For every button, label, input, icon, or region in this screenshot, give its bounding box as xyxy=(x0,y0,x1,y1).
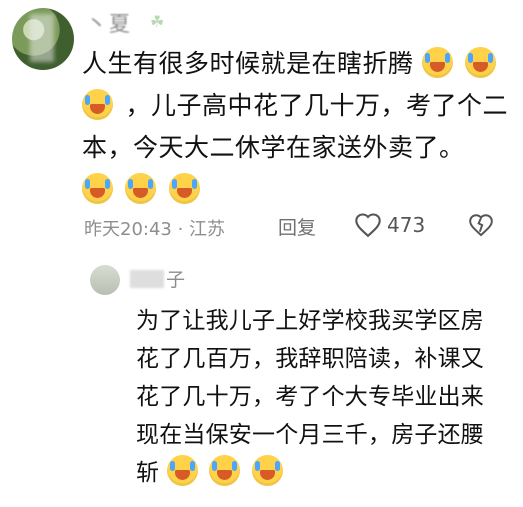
comment-text: 人生有很多时候就是在瞎折腾 ，儿子高中花了几十万，考了个二本，今天大二休学在家送… xyxy=(82,43,512,211)
crying-laughing-emoji-icon xyxy=(421,47,453,78)
heart-icon[interactable] xyxy=(354,212,382,238)
reply-username[interactable]: 子 xyxy=(130,265,185,292)
crying-laughing-emoji-icon xyxy=(465,47,497,78)
broken-heart-icon[interactable] xyxy=(468,212,494,238)
reply-button[interactable]: 回复 xyxy=(278,213,316,240)
crying-laughing-emoji-icon xyxy=(168,173,200,204)
user-avatar[interactable] xyxy=(12,8,74,70)
crying-emoji-icon xyxy=(251,455,283,486)
crying-laughing-emoji-icon xyxy=(82,89,113,120)
comment-meta: 昨天20:43 · 江苏 xyxy=(84,219,226,240)
clover-icon: ☘ xyxy=(150,12,165,31)
comment-text-part-2: ，儿子高中花了几十万，考了个二本，今天大二休学在家送外卖了。 xyxy=(82,91,508,162)
comment-username[interactable]: 丶夏 xyxy=(86,8,132,38)
crying-laughing-emoji-icon xyxy=(82,173,113,204)
crying-laughing-emoji-icon xyxy=(125,173,157,204)
reply-text: 为了让我儿子上好学校我买学区房花了几百万，我辞职陪读，补课又花了几十万，考了个大… xyxy=(136,302,496,492)
like-count: 473 xyxy=(387,213,426,237)
blurred-username-block xyxy=(130,270,164,288)
reply-username-text: 子 xyxy=(166,269,186,291)
comment-text-part-1: 人生有很多时候就是在瞎折腾 xyxy=(82,49,414,78)
reply-user-avatar[interactable] xyxy=(90,265,120,295)
crying-emoji-icon xyxy=(166,455,198,486)
crying-emoji-icon xyxy=(209,455,241,486)
